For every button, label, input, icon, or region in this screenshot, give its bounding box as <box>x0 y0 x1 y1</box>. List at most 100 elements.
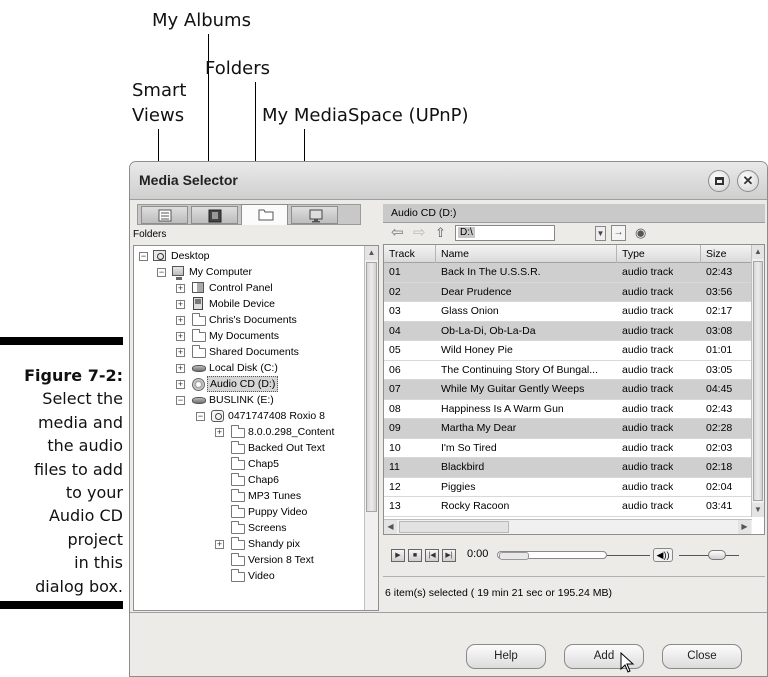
table-row[interactable]: 09 Martha My Dear audio track 02:28 <box>384 419 752 439</box>
title-bar[interactable]: Media Selector ✕ <box>130 162 767 200</box>
scroll-up-arrow-icon[interactable]: ▲ <box>752 245 764 259</box>
roxio-folder-icon <box>211 410 224 422</box>
column-header-track[interactable]: Track <box>384 245 436 263</box>
horizontal-scroll-thumb[interactable] <box>399 521 509 533</box>
scroll-right-arrow-icon[interactable]: ▶ <box>738 520 751 534</box>
path-dropdown-icon[interactable]: ▼ <box>595 226 606 241</box>
go-button[interactable]: → <box>611 225 626 241</box>
track-list-horizontal-scrollbar[interactable]: ◀ ▶ <box>384 519 752 534</box>
mobile-device-icon <box>193 297 203 310</box>
column-header-size[interactable]: Size <box>701 245 752 263</box>
expand-icon[interactable]: + <box>176 316 185 325</box>
tree-item-label: My Computer <box>189 266 253 278</box>
close-button[interactable]: Close <box>662 644 742 669</box>
media-selector-dialog: Media Selector ✕ Folders − Desktop − My … <box>129 161 768 677</box>
restore-button[interactable] <box>708 170 730 192</box>
tab-folders[interactable] <box>241 204 288 225</box>
tab-my-mediaspace[interactable] <box>291 206 338 224</box>
track-type: audio track <box>622 305 674 317</box>
callout-my-mediaspace: My MediaSpace (UPnP) <box>262 105 469 126</box>
track-name: Ob-La-Di, Ob-La-Da <box>441 324 536 337</box>
dialog-title: Media Selector <box>139 172 238 188</box>
expand-icon[interactable]: + <box>176 284 185 293</box>
tree-item-label: Chap5 <box>248 458 279 470</box>
stop-icon[interactable]: ■ <box>408 549 422 562</box>
folder-icon <box>231 441 245 454</box>
up-folder-icon[interactable]: ⇧ <box>435 225 446 241</box>
path-value: D:\ <box>458 227 475 238</box>
tree-item-label: BUSLINK (E:) <box>209 394 274 406</box>
computer-icon <box>172 266 184 280</box>
table-row[interactable]: 10 I'm So Tired audio track 02:03 <box>384 439 752 458</box>
navigation-bar: ⇦ ⇨ ⇧ D:\ ▼ → ◉ <box>383 223 765 244</box>
expand-icon[interactable]: + <box>176 364 185 373</box>
track-list-vertical-scrollbar[interactable]: ▲ ▼ <box>751 245 764 517</box>
tree-item-label: Desktop <box>171 250 210 262</box>
table-row[interactable]: 08 Happiness Is A Warm Gun audio track 0… <box>384 400 752 419</box>
collapse-icon[interactable]: − <box>139 252 148 261</box>
forward-arrow-icon[interactable]: ⇨ <box>413 225 426 241</box>
close-window-button[interactable]: ✕ <box>737 170 759 192</box>
volume-icon[interactable]: ◀)) <box>653 548 673 562</box>
path-field[interactable]: D:\ <box>455 225 555 241</box>
expand-icon[interactable]: + <box>176 332 185 341</box>
next-track-icon[interactable]: ▶| <box>442 549 456 562</box>
folder-icon <box>231 473 245 486</box>
table-row[interactable]: 01 Back In The U.S.S.R. audio track 02:4… <box>384 263 752 283</box>
collapse-icon[interactable]: − <box>157 268 166 277</box>
track-name: Glass Onion <box>441 305 499 317</box>
column-header-type[interactable]: Type <box>617 245 701 263</box>
figure-label: Figure 7-2: <box>24 366 123 385</box>
folder-icon <box>231 553 245 566</box>
table-row[interactable]: 05 Wild Honey Pie audio track 01:01 <box>384 341 752 361</box>
folder-icon <box>231 569 245 582</box>
track-name: Dear Prudence <box>441 285 512 298</box>
track-list: Track Name Type Size 01 Back In The U.S.… <box>383 244 765 535</box>
track-number: 13 <box>389 500 401 512</box>
folder-icon <box>231 505 245 518</box>
figure-rule-bottom <box>0 601 123 609</box>
expand-icon[interactable]: + <box>215 428 224 437</box>
scroll-up-arrow-icon[interactable]: ▲ <box>365 246 378 260</box>
track-type: audio track <box>622 500 674 512</box>
folder-icon <box>231 425 245 438</box>
playback-position-slider[interactable] <box>497 551 607 560</box>
table-row[interactable]: 02 Dear Prudence audio track 03:56 <box>384 282 752 302</box>
track-size: 02:03 <box>706 441 733 454</box>
tab-smart-views[interactable] <box>141 206 188 224</box>
track-list-scroll-thumb[interactable] <box>753 261 763 501</box>
scroll-left-arrow-icon[interactable]: ◀ <box>384 520 397 534</box>
tree-item-label: Chap6 <box>248 474 279 486</box>
track-size: 03:41 <box>706 500 733 512</box>
volume-slider[interactable] <box>708 550 726 560</box>
tab-my-albums[interactable] <box>191 206 238 224</box>
table-row[interactable]: 07 While My Guitar Gently Weeps audio tr… <box>384 380 752 400</box>
back-arrow-icon[interactable]: ⇦ <box>391 225 404 241</box>
table-row[interactable]: 04 Ob-La-Di, Ob-La-Da audio track 03:08 <box>384 321 752 341</box>
collapse-icon[interactable]: − <box>176 396 185 405</box>
expand-icon[interactable]: + <box>176 348 185 357</box>
tree-scroll-thumb[interactable] <box>366 262 377 512</box>
scroll-down-arrow-icon[interactable]: ▼ <box>752 503 764 517</box>
table-row[interactable]: 11 Blackbird audio track 02:18 <box>384 458 752 478</box>
folder-icon <box>231 457 245 470</box>
expand-icon[interactable]: + <box>176 300 185 309</box>
figure-rule-top <box>0 337 123 345</box>
table-row[interactable]: 03 Glass Onion audio track 02:17 <box>384 302 752 322</box>
previous-track-icon[interactable]: |◀ <box>425 549 439 562</box>
play-icon[interactable]: ▶ <box>391 549 405 562</box>
tree-item-label: Backed Out Text <box>248 442 325 454</box>
expand-icon[interactable]: + <box>215 540 224 549</box>
table-row[interactable]: 06 The Continuing Story Of Bungal... aud… <box>384 361 752 380</box>
folder-icon <box>192 345 206 358</box>
column-header-name[interactable]: Name <box>436 245 617 263</box>
table-row[interactable]: 13 Rocky Racoon audio track 03:41 <box>384 497 752 517</box>
tree-scrollbar[interactable]: ▲ <box>364 246 378 610</box>
expand-icon[interactable]: + <box>176 380 185 389</box>
control-panel-icon <box>192 282 204 293</box>
folder-tree: − Desktop − My Computer + Control Panel … <box>133 245 379 611</box>
search-disc-icon[interactable]: ◉ <box>635 225 646 241</box>
help-button[interactable]: Help <box>466 644 546 669</box>
table-row[interactable]: 12 Piggies audio track 02:04 <box>384 478 752 497</box>
collapse-icon[interactable]: − <box>196 412 205 421</box>
